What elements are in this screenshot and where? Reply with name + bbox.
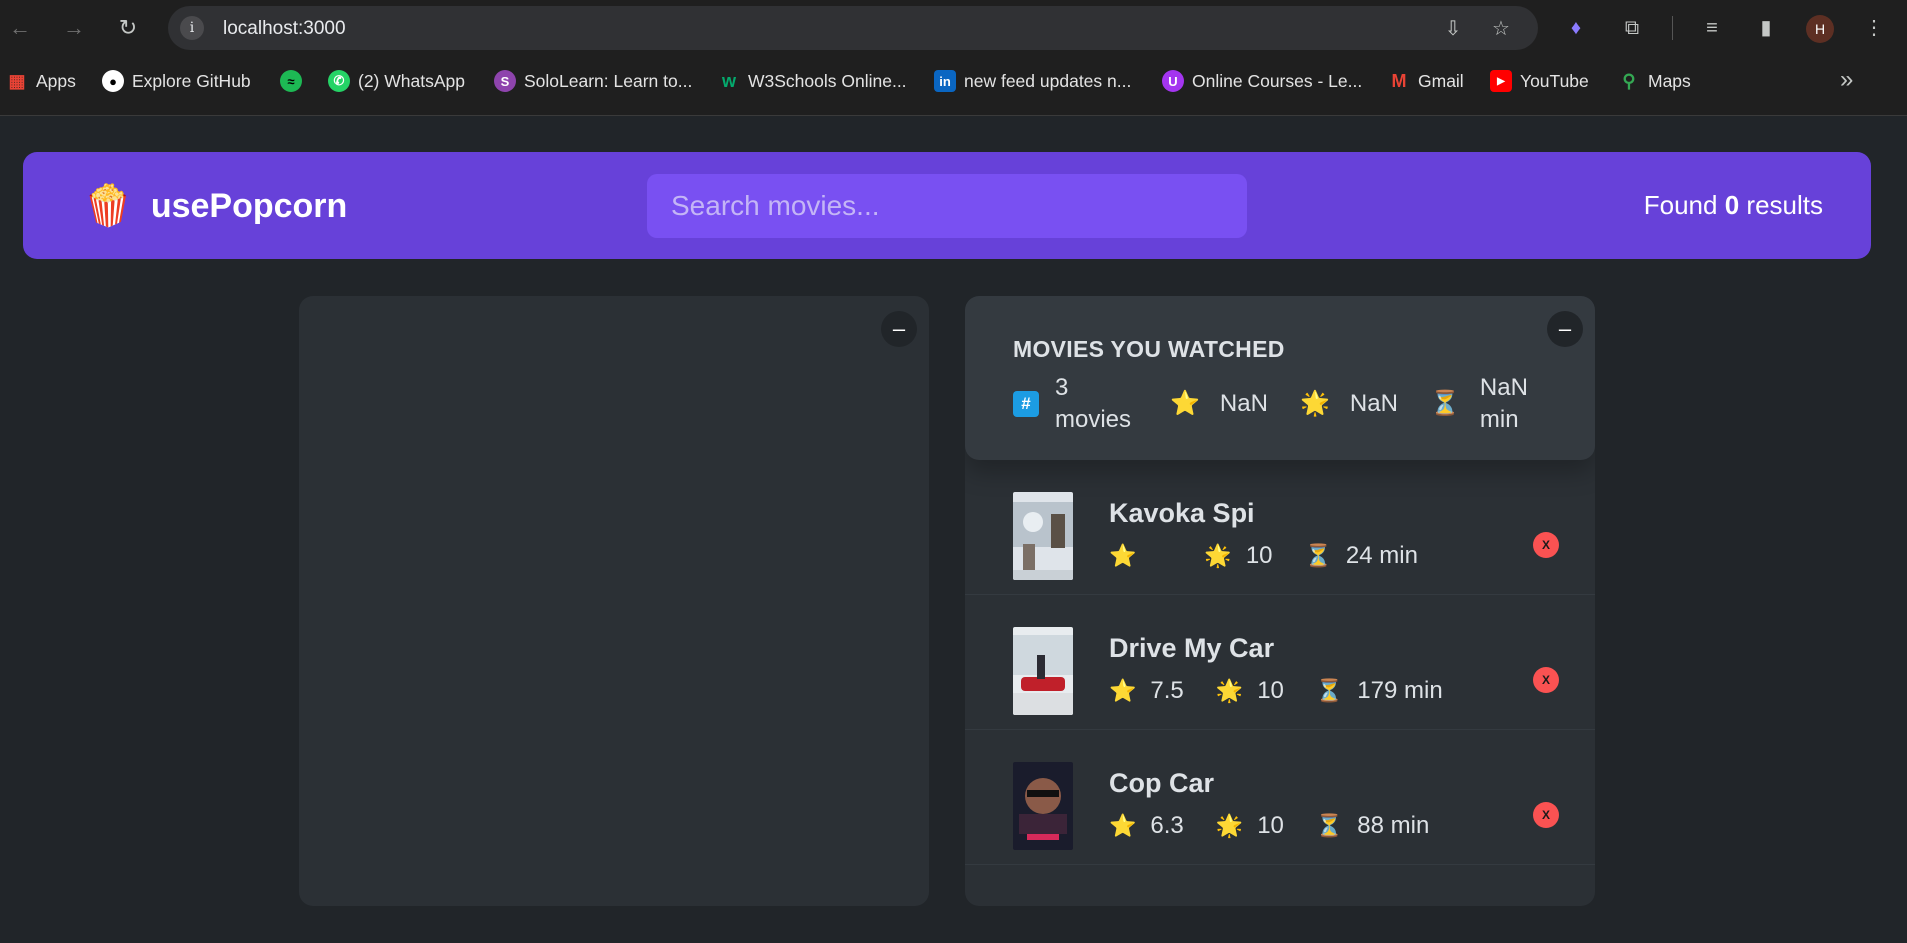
bookmark-maps[interactable]: ⚲ Maps	[1618, 69, 1690, 93]
sparkle-icon: 🌟	[1204, 543, 1232, 568]
sololearn-icon: S	[494, 70, 516, 92]
stat-runtime-average: ⏳ NaN min	[1430, 374, 1528, 433]
forward-arrow-icon[interactable]: →	[60, 14, 88, 42]
movie-title: Drive My Car	[1109, 633, 1275, 663]
star-icon: ⭐️	[1170, 390, 1200, 417]
watched-box: MOVIES YOU WATCHED # 3 movies ⭐️ NaN 🌟 Na…	[965, 296, 1595, 906]
udemy-icon: U	[1162, 70, 1184, 92]
youtube-icon: ▶	[1490, 70, 1512, 92]
bookmark-youtube[interactable]: ▶ YouTube	[1490, 69, 1589, 93]
movie-poster	[1013, 762, 1073, 850]
maps-icon: ⚲	[1622, 70, 1636, 91]
popcorn-icon: 🍿	[83, 184, 133, 228]
search-results-box: –	[299, 296, 929, 906]
results-count: Found 0 results	[1643, 190, 1823, 220]
star-icon: ⭐️	[1109, 543, 1137, 568]
movie-poster	[1013, 492, 1073, 580]
hourglass-icon: ⏳	[1315, 813, 1344, 838]
bookmark-apps[interactable]: ▦ Apps	[6, 69, 75, 93]
address-bar[interactable]: i localhost:3000 ⇩ ☆	[168, 6, 1538, 50]
collapse-watched-button[interactable]: –	[1547, 311, 1583, 347]
summary-title: MOVIES YOU WATCHED	[1013, 336, 1285, 362]
w3schools-icon: w	[721, 70, 736, 91]
logo-text: usePopcorn	[150, 186, 348, 225]
bookmark-udemy[interactable]: U Online Courses - Le...	[1162, 69, 1362, 93]
logo: 🍿 usePopcorn	[83, 184, 347, 228]
toolbar-divider	[1672, 16, 1673, 40]
chrome-menu-icon[interactable]: ⋮	[1860, 14, 1888, 42]
sparkle-icon: 🌟	[1300, 390, 1330, 417]
bookmark-linkedin[interactable]: in new feed updates n...	[934, 69, 1131, 93]
bookmark-spotify[interactable]: ≈	[280, 69, 310, 93]
media-controls-icon[interactable]: ≡	[1698, 14, 1726, 42]
summary-stats: # 3 movies ⭐️ NaN 🌟 NaN ⏳ NaN min	[1013, 372, 1550, 436]
bookmark-w3schools[interactable]: w W3Schools Online...	[718, 69, 907, 93]
bookmark-whatsapp[interactable]: ✆ (2) WhatsApp	[328, 69, 465, 93]
movie-stats: ⭐️ 🌟 10 ⏳ 24 min	[1109, 542, 1418, 569]
list-item[interactable]: Drive My Car ⭐️7.5 🌟10 ⏳179 min X	[965, 595, 1595, 730]
linkedin-icon: in	[934, 70, 956, 92]
back-arrow-icon[interactable]: ←	[6, 14, 34, 42]
delete-movie-button[interactable]: X	[1533, 667, 1559, 693]
movie-title: Cop Car	[1109, 768, 1215, 798]
site-info-icon[interactable]: i	[180, 16, 204, 40]
side-panel-icon[interactable]: ▮	[1752, 14, 1780, 42]
app-navbar: 🍿 usePopcorn Found 0 results	[23, 152, 1871, 259]
extension-flame-icon[interactable]: ♦	[1562, 14, 1590, 42]
watched-summary: MOVIES YOU WATCHED # 3 movies ⭐️ NaN 🌟 Na…	[965, 296, 1595, 460]
movie-poster	[1013, 627, 1073, 715]
install-app-icon[interactable]: ⇩	[1440, 16, 1466, 42]
spotify-icon: ≈	[280, 70, 302, 92]
extensions-puzzle-icon[interactable]: ⧉	[1618, 14, 1646, 42]
list-item[interactable]: Kavoka Spi ⭐️ 🌟10 ⏳24 min X	[965, 460, 1595, 595]
stat-movie-count: # 3 movies	[1013, 372, 1170, 436]
star-icon: ⭐️	[1109, 678, 1137, 703]
gmail-icon: M	[1391, 70, 1407, 91]
bookmark-github[interactable]: ● Explore GitHub	[102, 69, 251, 93]
list-item[interactable]: Cop Car ⭐️6.3 🌟10 ⏳88 min X	[965, 730, 1595, 865]
stat-user-average: 🌟 NaN	[1300, 372, 1430, 436]
reload-icon[interactable]: ↻	[114, 14, 142, 42]
sparkle-icon: 🌟	[1215, 813, 1244, 838]
address-url[interactable]: localhost:3000	[223, 18, 346, 40]
whatsapp-icon: ✆	[328, 70, 350, 92]
profile-avatar[interactable]: H	[1806, 15, 1834, 43]
github-icon: ●	[102, 70, 124, 92]
bookmark-sololearn[interactable]: S SoloLearn: Learn to...	[494, 69, 692, 93]
browser-toolbar: ← → ↻ i localhost:3000 ⇩ ☆ ♦ ⧉ ≡ ▮ H ⋮	[0, 0, 1907, 56]
bookmarks-overflow-icon[interactable]: »	[1840, 66, 1853, 94]
hourglass-icon: ⏳	[1304, 543, 1332, 568]
bookmarks-bar: ▦ Apps ● Explore GitHub ≈ ✆ (2) WhatsApp…	[0, 56, 1907, 116]
hash-icon: #	[1013, 391, 1039, 417]
sparkle-icon: 🌟	[1215, 678, 1244, 703]
delete-movie-button[interactable]: X	[1533, 532, 1559, 558]
delete-movie-button[interactable]: X	[1533, 802, 1559, 828]
collapse-results-button[interactable]: –	[881, 311, 917, 347]
bookmark-gmail[interactable]: M Gmail	[1388, 69, 1464, 93]
hourglass-icon: ⏳	[1430, 390, 1460, 417]
watched-list: Kavoka Spi ⭐️ 🌟10 ⏳24 min X Drive My Car…	[965, 460, 1595, 865]
movie-title: Kavoka Spi	[1109, 498, 1255, 528]
movie-stats: ⭐️ 7.5 🌟 10 ⏳ 179 min	[1109, 677, 1443, 704]
hourglass-icon: ⏳	[1315, 678, 1344, 703]
apps-grid-icon: ▦	[8, 70, 26, 91]
star-icon: ⭐️	[1109, 813, 1137, 838]
search-input[interactable]	[647, 174, 1247, 238]
movie-stats: ⭐️ 6.3 🌟 10 ⏳ 88 min	[1109, 812, 1430, 839]
stat-imdb-average: ⭐️ NaN	[1170, 372, 1300, 436]
bookmark-star-icon[interactable]: ☆	[1488, 16, 1514, 42]
